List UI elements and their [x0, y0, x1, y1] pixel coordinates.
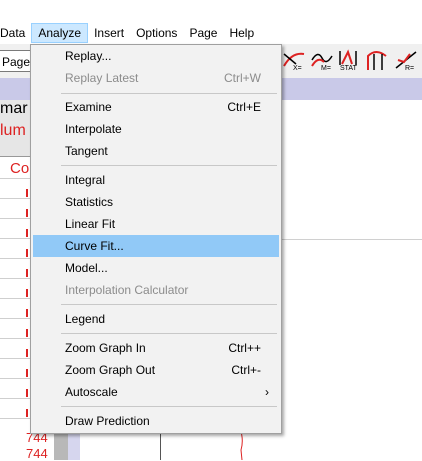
menu-item-tangent[interactable]: Tangent	[33, 140, 279, 162]
table-header-title: mar	[0, 100, 28, 117]
table-header-column: lum	[0, 122, 26, 139]
menu-item-label: Linear Fit	[65, 217, 116, 231]
menu-item-label: Zoom Graph In	[65, 341, 146, 355]
cell-value-fragment	[26, 289, 28, 297]
graph-divider	[282, 239, 422, 240]
model-icon-label: M=	[321, 65, 331, 72]
cell-value-fragment	[26, 249, 28, 257]
menu-item-label: Autoscale	[65, 385, 118, 399]
menu-item-zoom-graph-out[interactable]: Zoom Graph Out Ctrl+-	[33, 359, 279, 381]
menu-page[interactable]: Page	[183, 23, 223, 43]
statistics-icon-label: STAT	[340, 65, 357, 72]
menu-item-interpolate[interactable]: Interpolate	[33, 118, 279, 140]
menu-item-autoscale[interactable]: Autoscale ›	[33, 381, 279, 403]
menu-item-label: Replay...	[65, 49, 112, 63]
menu-item-model[interactable]: Model...	[33, 257, 279, 279]
integral-icon[interactable]	[366, 48, 390, 74]
menu-item-label: Examine	[65, 100, 112, 114]
menu-item-label: Interpolate	[65, 122, 122, 136]
menu-item-label: Statistics	[65, 195, 114, 209]
cell-value-fragment	[26, 349, 28, 357]
menu-separator	[61, 93, 277, 94]
linear-fit-icon-label: R=	[405, 65, 415, 72]
menu-item-label: Curve Fit...	[65, 239, 124, 253]
menu-item-shortcut: Ctrl++	[228, 341, 261, 355]
menu-separator	[61, 165, 277, 166]
menu-item-shortcut: Ctrl+E	[227, 100, 261, 114]
menu-item-statistics[interactable]: Statistics	[33, 191, 279, 213]
cell-value-fragment	[26, 389, 28, 397]
menu-item-linear-fit[interactable]: Linear Fit	[33, 213, 279, 235]
menu-item-interpolation-calculator: Interpolation Calculator	[33, 279, 279, 301]
cell-value-fragment	[26, 229, 28, 237]
menu-item-replay-latest: Replay Latest Ctrl+W	[33, 67, 279, 89]
menu-item-label: Replay Latest	[65, 71, 139, 85]
menu-separator	[61, 304, 277, 305]
menu-item-label: Interpolation Calculator	[65, 283, 189, 297]
tangent-icon[interactable]: X=	[282, 48, 306, 74]
analyze-menu: Replay... Replay Latest Ctrl+W Examine C…	[30, 44, 282, 434]
cell-value-fragment	[26, 269, 28, 277]
menu-data[interactable]: Data	[0, 23, 31, 43]
chevron-right-icon: ›	[265, 385, 269, 399]
statistics-icon[interactable]: STAT	[338, 48, 362, 74]
cell-value-fragment	[26, 189, 28, 197]
menu-insert[interactable]: Insert	[88, 23, 130, 43]
menu-item-shortcut: Ctrl+-	[231, 363, 261, 377]
toolbar-analysis-icons: X= M= STAT R= A	[282, 48, 422, 74]
menu-analyze[interactable]: Analyze	[31, 23, 89, 43]
menu-item-label: Zoom Graph Out	[65, 363, 156, 377]
menu-item-label: Legend	[65, 312, 106, 326]
cell-value-fragment	[26, 329, 28, 337]
model-icon[interactable]: M=	[310, 48, 334, 74]
menu-item-shortcut: Ctrl+W	[224, 71, 261, 85]
menu-options[interactable]: Options	[130, 23, 183, 43]
linear-fit-icon[interactable]: R=	[394, 48, 418, 74]
menu-item-integral[interactable]: Integral	[33, 169, 279, 191]
cell-value-fragment	[26, 309, 28, 317]
menu-item-label: Draw Prediction	[65, 414, 150, 428]
menu-help[interactable]: Help	[223, 23, 260, 43]
menu-item-draw-prediction[interactable]: Draw Prediction	[33, 410, 279, 432]
menu-item-curve-fit[interactable]: Curve Fit...	[33, 235, 279, 257]
menu-item-label: Tangent	[65, 144, 108, 158]
menu-separator	[61, 406, 277, 407]
cell-value-fragment	[26, 209, 28, 217]
cell-value-fragment	[26, 369, 28, 377]
menu-item-legend[interactable]: Legend	[33, 308, 279, 330]
tangent-icon-label: X=	[293, 65, 302, 72]
menu-separator	[61, 333, 277, 334]
cell-value: 744	[26, 446, 48, 461]
menu-item-zoom-graph-in[interactable]: Zoom Graph In Ctrl++	[33, 337, 279, 359]
cell-value-fragment	[26, 409, 28, 417]
menu-bar: Data Analyze Insert Options Page Help	[0, 22, 422, 44]
menu-item-examine[interactable]: Examine Ctrl+E	[33, 96, 279, 118]
menu-item-label: Model...	[65, 261, 108, 275]
menu-item-replay[interactable]: Replay...	[33, 45, 279, 67]
column-label: Co	[10, 160, 30, 177]
menu-item-label: Integral	[65, 173, 106, 187]
